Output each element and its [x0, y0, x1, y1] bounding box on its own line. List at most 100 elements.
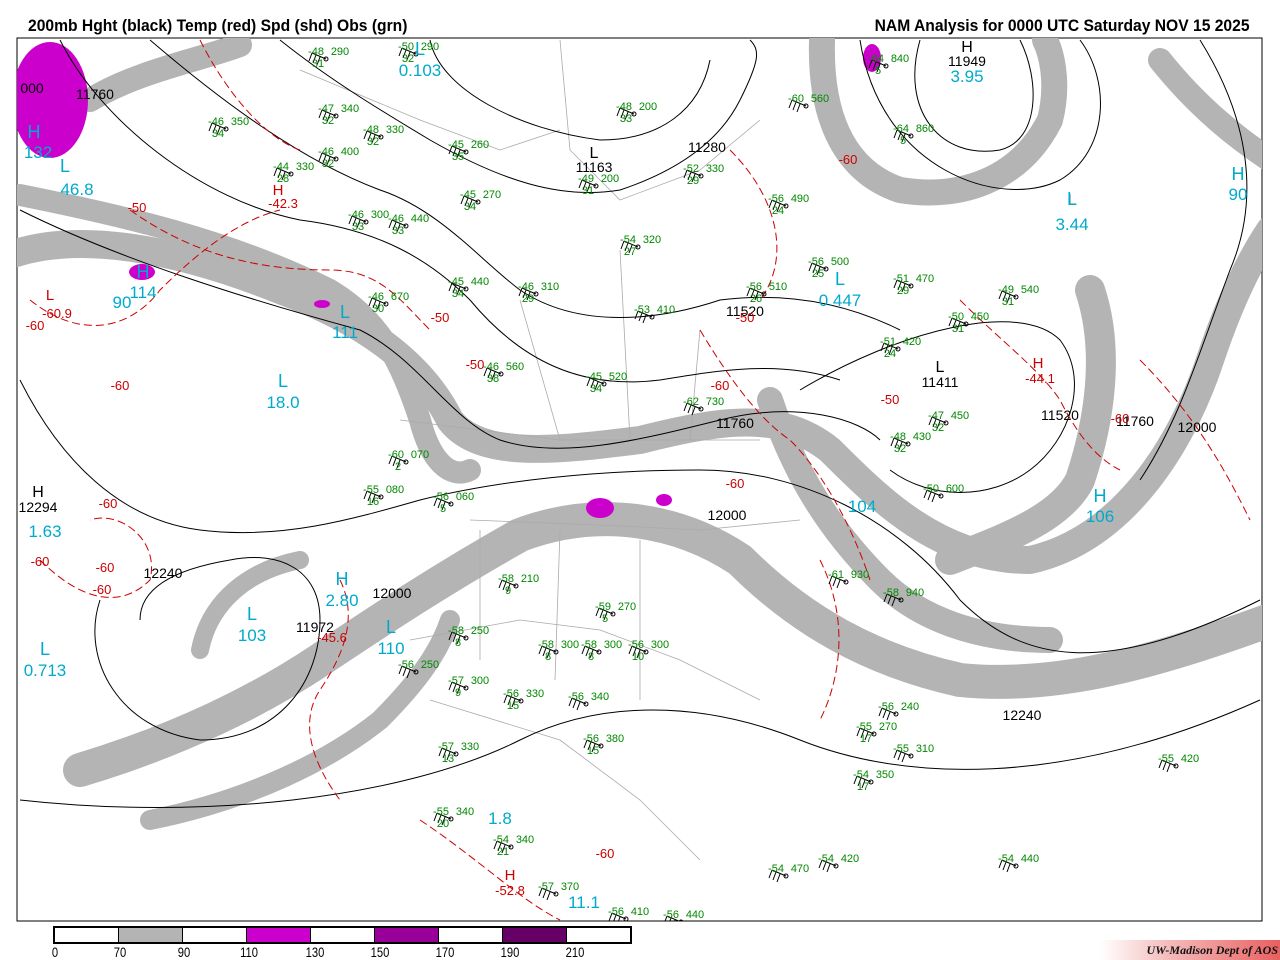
obs-dewpoint-depression: 5 [875, 65, 881, 77]
obs-temperature: -50 [948, 311, 964, 323]
obs-dewpoint-depression: 29 [522, 293, 534, 305]
obs-temperature: -54 [853, 769, 869, 781]
obs-temperature: -45 [586, 371, 602, 383]
obs-height: 500 [831, 256, 849, 268]
obs-temperature: -46 [368, 291, 384, 303]
obs-dewpoint-depression: 29 [897, 285, 909, 297]
speed-center-marker: L [386, 617, 396, 637]
obs-height: 330 [706, 163, 724, 175]
temperature-label: -60 [711, 378, 730, 393]
legend-swatch-190-210 [503, 928, 567, 942]
obs-temperature: -54 [620, 234, 636, 246]
obs-height: 350 [876, 769, 894, 781]
obs-height: 340 [341, 103, 359, 115]
obs-height: 410 [657, 304, 675, 316]
obs-height: 450 [971, 311, 989, 323]
temperature-label: -60 [93, 582, 112, 597]
height-contour-label: 000 [20, 80, 44, 96]
obs-dewpoint-depression: 5 [900, 135, 906, 147]
temperature-label: -60 [839, 152, 858, 167]
temperature-label: -50 [128, 200, 147, 215]
height-contour-label: 11760 [76, 86, 114, 102]
obs-height: 470 [916, 273, 934, 285]
obs-height: 270 [483, 189, 501, 201]
temperature-center-marker: H [1033, 355, 1044, 372]
obs-dewpoint-depression: 34 [464, 201, 476, 213]
obs-dewpoint-depression: 33 [620, 113, 632, 125]
speed-center-marker: H [137, 262, 150, 282]
legend-swatch-110-130 [247, 928, 311, 942]
obs-dewpoint-depression: 25 [812, 268, 824, 280]
temperature-center-marker: L [46, 287, 54, 304]
obs-height: 860 [916, 123, 934, 135]
obs-temperature: -58 [448, 625, 464, 637]
height-contour-label: 12240 [144, 565, 183, 581]
speed-center-marker: L [415, 39, 425, 59]
obs-height: 440 [411, 213, 429, 225]
obs-height: 310 [541, 281, 559, 293]
obs-height: 260 [471, 139, 489, 151]
obs-temperature: -48 [308, 46, 324, 58]
obs-height: 470 [791, 863, 809, 875]
obs-dewpoint-depression: 24 [884, 348, 896, 360]
obs-height: 940 [906, 587, 924, 599]
obs-temperature: -46 [388, 213, 404, 225]
obs-height: 540 [1021, 284, 1039, 296]
obs-height: 070 [411, 449, 429, 461]
obs-temperature: -48 [890, 431, 906, 443]
speed-label: 46.8 [60, 180, 93, 199]
legend-tick: 170 [435, 944, 455, 960]
speed-center-marker: L [40, 639, 50, 659]
temperature-label: -50 [736, 310, 755, 325]
obs-dewpoint-depression: 32 [367, 136, 379, 148]
obs-temperature: -58 [538, 639, 554, 651]
legend-tick: 190 [500, 944, 520, 960]
temperature-label: -60 [596, 846, 615, 861]
speed-label: 1.63 [28, 522, 61, 541]
temperature-center-marker: H [273, 182, 284, 199]
obs-dewpoint-depression: 5 [440, 503, 446, 515]
obs-temperature: -50 [398, 41, 414, 53]
height-center-marker: H [961, 39, 973, 56]
obs-height: 290 [331, 46, 349, 58]
obs-dewpoint-depression: 24 [772, 205, 784, 217]
temperature-center-marker: H [505, 867, 516, 884]
obs-temperature: -57 [438, 741, 454, 753]
speed-center-marker: L [1067, 189, 1077, 209]
speed-center-marker: L [247, 604, 257, 624]
legend-tick: 90 [177, 944, 191, 960]
obs-height: 340 [591, 691, 609, 703]
obs-height: 930 [851, 569, 869, 581]
speed-label: 103 [238, 626, 266, 645]
obs-temperature: -64 [893, 123, 909, 135]
obs-height: 430 [913, 431, 931, 443]
obs-temperature: -55 [1158, 753, 1174, 765]
obs-temperature: -53 [634, 304, 650, 316]
obs-height: 300 [604, 639, 622, 651]
speed-label: 90 [1229, 185, 1248, 204]
obs-dewpoint-depression: 10 [632, 651, 644, 663]
height-contour-label: 12294 [19, 499, 58, 515]
obs-temperature: -55 [893, 743, 909, 755]
temperature-label: -60 [1111, 411, 1130, 426]
temperature-label: -50 [466, 357, 485, 372]
speed-label: 111 [332, 323, 358, 342]
obs-temperature: -54 [768, 863, 784, 875]
temperature-label: -60 [96, 560, 115, 575]
speed-color-legend [53, 926, 632, 944]
obs-height: 330 [526, 688, 544, 700]
obs-temperature: -47 [318, 103, 334, 115]
legend-tick: 210 [565, 944, 585, 960]
obs-height: 200 [639, 101, 657, 113]
temperature-label: -45.6 [317, 630, 347, 645]
obs-temperature: -58 [498, 573, 514, 585]
obs-dewpoint-depression: 31 [312, 58, 324, 70]
obs-height: 300 [371, 209, 389, 221]
obs-temperature: -51 [893, 273, 909, 285]
obs-height: 340 [456, 806, 474, 818]
temperature-label: -60 [726, 476, 745, 491]
obs-height: 060 [456, 491, 474, 503]
obs-temperature: -57 [448, 675, 464, 687]
obs-dewpoint-depression: 8 [588, 651, 594, 663]
obs-temperature: -49 [998, 284, 1014, 296]
